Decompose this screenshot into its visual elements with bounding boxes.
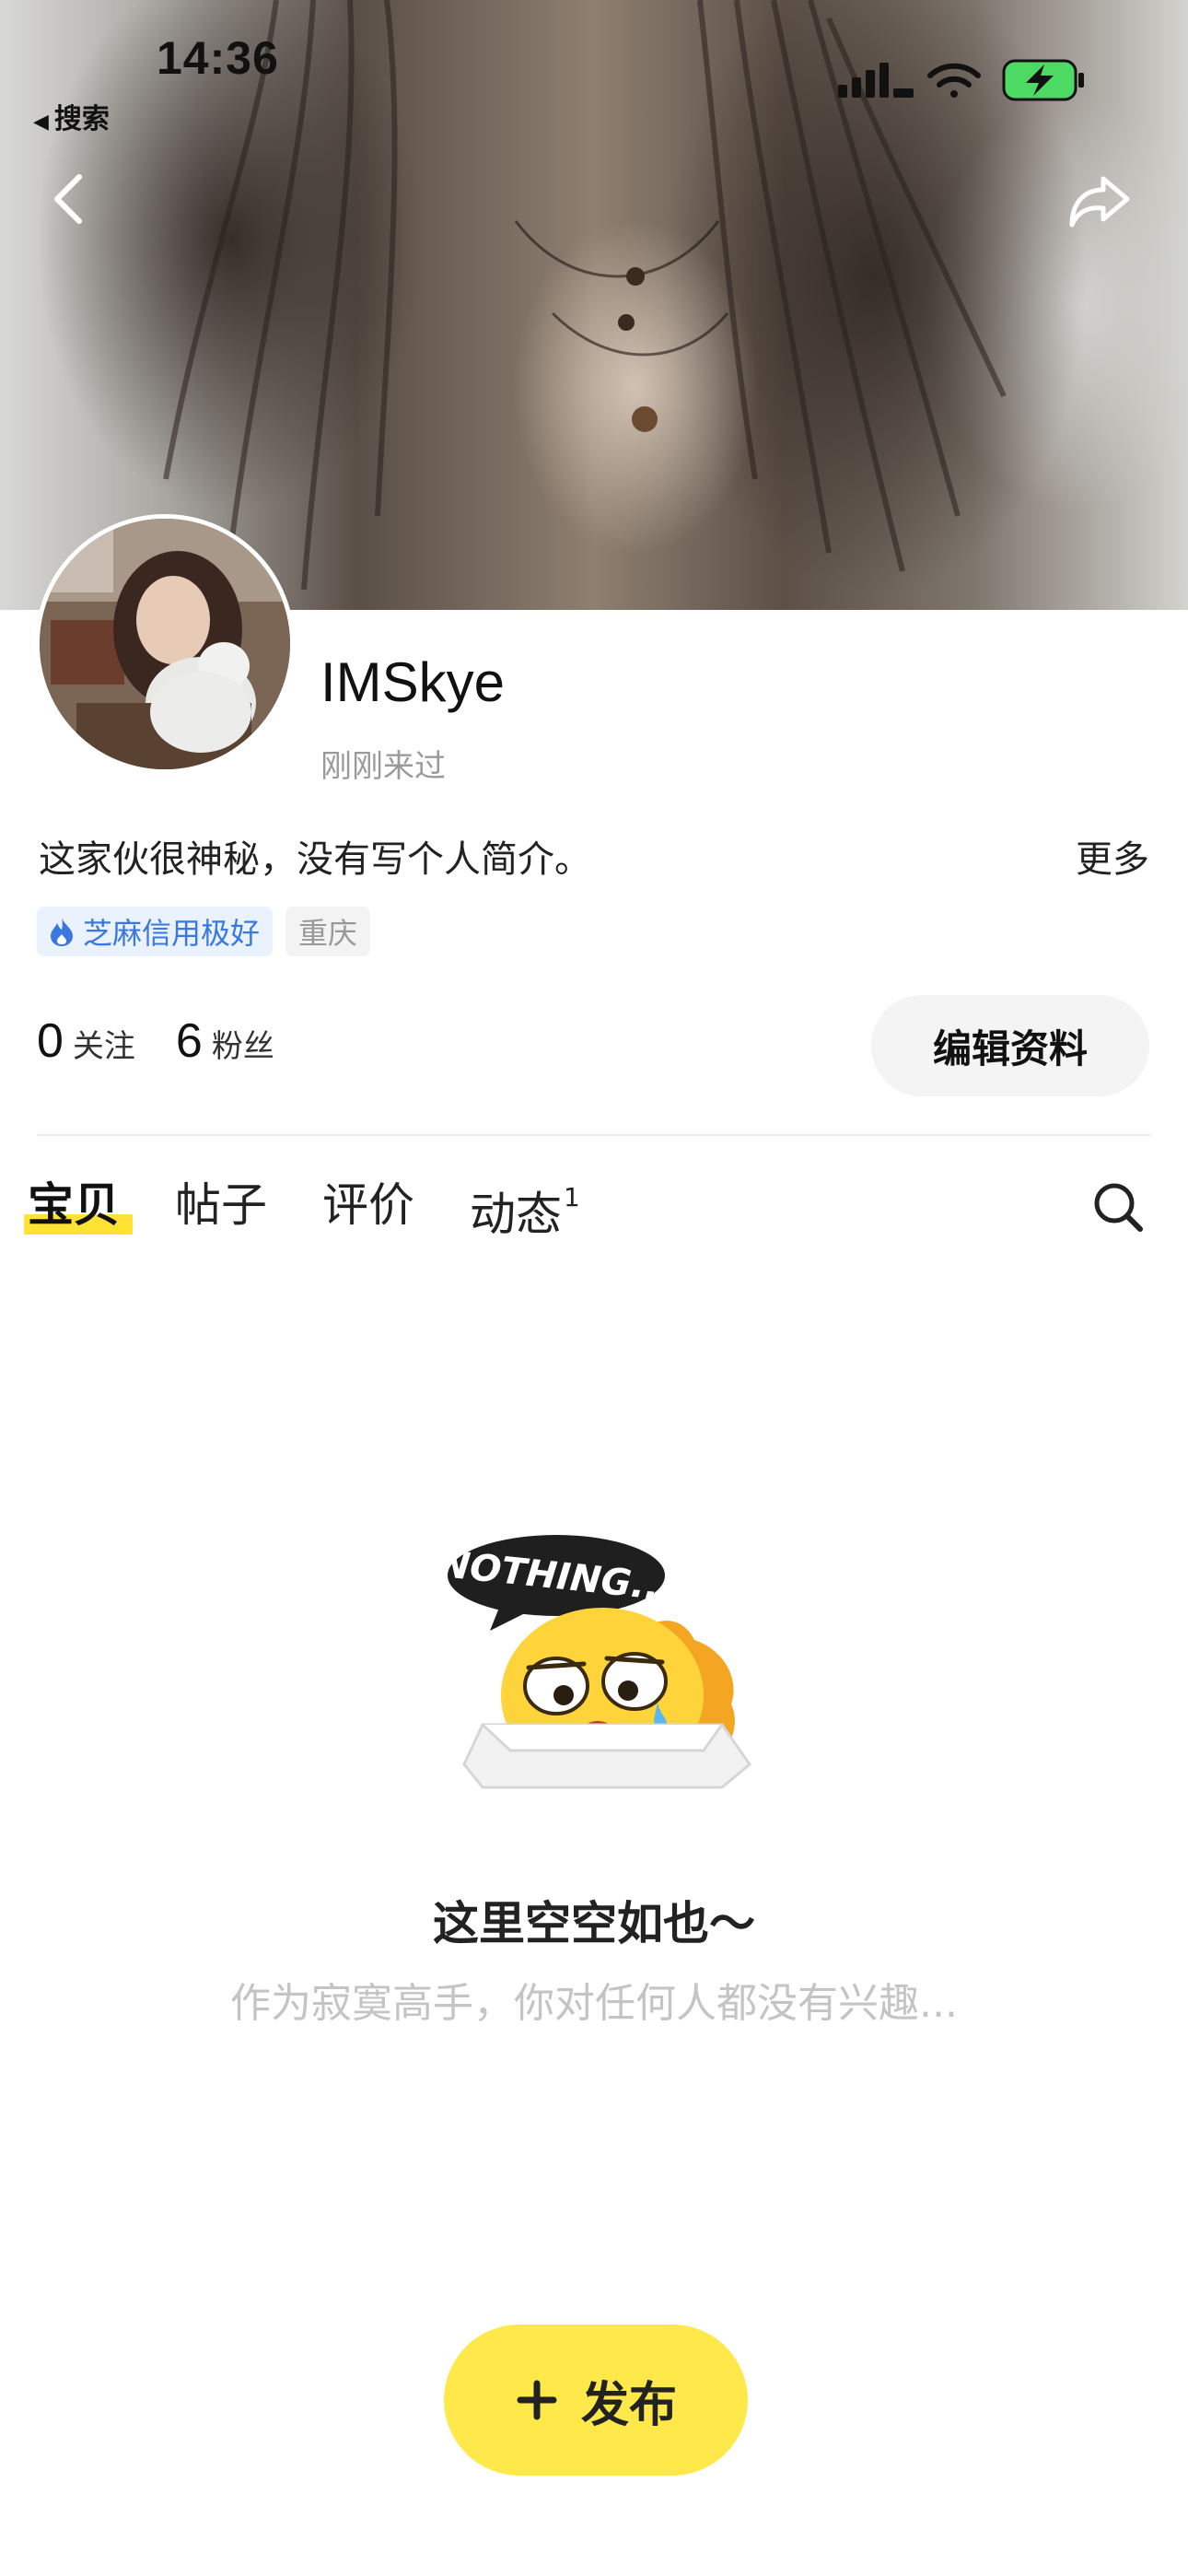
wifi-icon bbox=[927, 63, 981, 98]
divider bbox=[37, 1134, 1151, 1136]
tab-reviews[interactable]: 评价 bbox=[322, 1168, 414, 1242]
status-time: 14:36 bbox=[157, 32, 279, 84]
following-stat[interactable]: 0 关注 bbox=[37, 1013, 135, 1069]
share-icon[interactable] bbox=[1066, 171, 1133, 232]
avatar-photo bbox=[40, 519, 290, 769]
credit-tag[interactable]: 芝麻信用极好 bbox=[37, 907, 274, 956]
back-triangle-icon: ◀ bbox=[33, 111, 49, 134]
last-seen-text: 刚刚来过 bbox=[320, 748, 446, 785]
followers-count: 6 bbox=[175, 1014, 203, 1068]
back-chevron-icon[interactable] bbox=[42, 170, 101, 228]
plus-icon bbox=[517, 2380, 557, 2420]
publish-button[interactable]: 发布 bbox=[444, 2324, 748, 2476]
flame-icon bbox=[51, 918, 73, 946]
credit-tag-label: 芝麻信用极好 bbox=[83, 916, 261, 951]
status-icons bbox=[838, 59, 1084, 101]
username: IMSkye bbox=[320, 651, 506, 713]
profile-tags: 芝麻信用极好 重庆 bbox=[37, 907, 371, 956]
avatar[interactable] bbox=[35, 514, 295, 774]
followers-stat[interactable]: 6 粉丝 bbox=[176, 1013, 274, 1069]
empty-state-subtitle: 作为寂寞高手，你对任何人都没有兴趣... bbox=[230, 1980, 958, 2027]
tab-posts[interactable]: 帖子 bbox=[175, 1168, 267, 1242]
tab-reviews-label: 评价 bbox=[322, 1178, 414, 1232]
search-icon[interactable] bbox=[1090, 1179, 1146, 1235]
tab-activity-badge: 1 bbox=[564, 1182, 580, 1212]
tab-items[interactable]: 宝贝 bbox=[24, 1168, 133, 1242]
following-label: 关注 bbox=[72, 1028, 135, 1065]
edit-profile-button[interactable]: 编辑资料 bbox=[871, 995, 1149, 1096]
city-tag: 重庆 bbox=[285, 907, 371, 956]
tab-posts-label: 帖子 bbox=[175, 1178, 267, 1232]
back-app-label: 搜索 bbox=[53, 103, 110, 135]
profile-page: 14:36 ◀ 搜索 IMSkye 刚刚来过 这家伙很神秘，没有写个人简介。 更… bbox=[0, 0, 1188, 2576]
battery-charging-icon bbox=[1002, 59, 1084, 101]
followers-label: 粉丝 bbox=[211, 1028, 274, 1065]
tab-activity[interactable]: 动态1 bbox=[470, 1168, 580, 1251]
following-count: 0 bbox=[37, 1014, 64, 1068]
cellular-signal-icon bbox=[838, 63, 914, 98]
publish-button-label: 发布 bbox=[580, 2377, 677, 2433]
more-button[interactable]: 更多 bbox=[1076, 829, 1149, 883]
empty-state-title: 这里空空如也～ bbox=[433, 1897, 755, 1950]
bio-text: 这家伙很神秘，没有写个人简介。 bbox=[39, 838, 591, 881]
back-to-app-link[interactable]: ◀ 搜索 bbox=[33, 96, 110, 136]
tab-activity-label: 动态 bbox=[470, 1187, 562, 1241]
tab-items-label: 宝贝 bbox=[28, 1178, 120, 1232]
stats-row: 0 关注 6 粉丝 bbox=[37, 1013, 315, 1069]
content-tabs: 宝贝 帖子 评价 动态1 bbox=[24, 1168, 635, 1242]
empty-fish-illustration: NOTHING... bbox=[446, 1535, 752, 1789]
